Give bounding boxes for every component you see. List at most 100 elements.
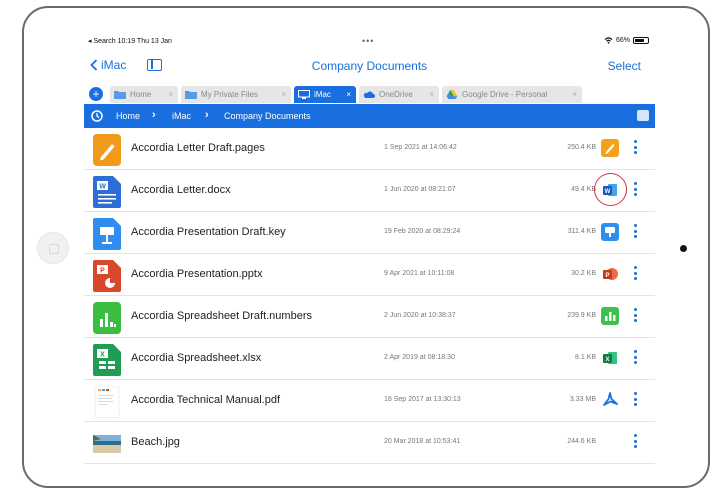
pdf-document-thumbnail <box>94 386 120 418</box>
tab-label: Google Drive - Personal <box>462 90 548 99</box>
navigation-bar: iMac Company Documents Select <box>84 50 655 80</box>
highlight-circle <box>594 173 627 206</box>
file-name: Accordia Letter Draft.pages <box>131 142 265 154</box>
file-size: 30.2 KB <box>571 270 596 277</box>
svg-text:W: W <box>99 184 106 191</box>
file-name: Accordia Letter.docx <box>131 184 231 196</box>
file-name: Accordia Presentation.pptx <box>131 268 263 280</box>
powerpoint-file-icon: P <box>93 260 121 292</box>
pdf-app-icon[interactable] <box>601 391 619 409</box>
file-date: 2 Jun 2020 at 10:38:37 <box>384 312 456 319</box>
keynote-app-icon[interactable] <box>601 223 619 241</box>
info-panel-icon[interactable] <box>637 110 649 121</box>
file-size: 8.1 KB <box>574 354 596 361</box>
tab-home[interactable]: Home × <box>110 86 178 103</box>
more-options-icon[interactable] <box>634 392 638 408</box>
select-button[interactable]: Select <box>608 59 641 73</box>
svg-text:P: P <box>100 268 105 275</box>
file-date: 20 Mar 2018 at 10:53:41 <box>384 438 461 445</box>
breadcrumb-item-home[interactable]: Home <box>116 111 140 121</box>
list-item[interactable]: Accordia Technical Manual.pdf 18 Sep 201… <box>84 380 655 422</box>
image-thumbnail <box>93 435 121 453</box>
tab-label: Home <box>130 90 152 99</box>
breadcrumb-item-company-documents: Company Documents <box>224 111 311 121</box>
excel-app-icon[interactable]: X <box>601 349 619 367</box>
chevron-right-icon: › <box>205 109 209 121</box>
status-right: 66% <box>604 37 649 44</box>
more-options-icon[interactable] <box>634 140 638 156</box>
list-item[interactable]: W Accordia Letter.docx 1 Jun 2020 at 08:… <box>84 170 655 212</box>
more-options-icon[interactable] <box>634 350 638 366</box>
tab-close-icon[interactable]: × <box>346 90 351 99</box>
cloud-icon <box>363 91 375 98</box>
list-item[interactable]: Beach.jpg 20 Mar 2018 at 10:53:41 244.6 … <box>84 422 655 464</box>
home-button-icon <box>49 244 59 254</box>
file-size: 311.4 KB <box>567 228 596 235</box>
numbers-file-icon <box>93 302 121 334</box>
tab-bar: + Home × My Private Files × iMac × OneDr… <box>84 84 655 104</box>
pages-file-icon <box>93 134 121 166</box>
file-date: 19 Feb 2020 at 08:29:24 <box>384 228 461 235</box>
file-date: 9 Apr 2021 at 10:11:08 <box>384 270 455 277</box>
file-date: 2 Apr 2019 at 08:18:30 <box>384 354 455 361</box>
list-item[interactable]: X Accordia Spreadsheet.xlsx 2 Apr 2019 a… <box>84 338 655 380</box>
more-options-icon[interactable] <box>634 266 638 282</box>
list-item[interactable]: Accordia Presentation Draft.key 19 Feb 2… <box>84 212 655 254</box>
more-options-icon[interactable] <box>634 434 638 450</box>
tab-label: iMac <box>314 90 331 99</box>
pages-app-icon[interactable] <box>601 139 619 157</box>
add-tab-button[interactable]: + <box>89 87 103 101</box>
file-name: Accordia Technical Manual.pdf <box>131 394 280 406</box>
history-icon[interactable] <box>90 109 104 123</box>
tab-close-icon[interactable]: × <box>281 90 286 99</box>
svg-text:X: X <box>605 357 609 363</box>
camera-dot <box>680 245 687 252</box>
word-file-icon: W <box>93 176 121 208</box>
file-size: 250.4 KB <box>567 144 596 151</box>
tab-imac[interactable]: iMac × <box>294 86 356 103</box>
chevron-right-icon: › <box>152 109 156 121</box>
powerpoint-app-icon[interactable]: P <box>601 265 619 283</box>
tab-close-icon[interactable]: × <box>572 90 577 99</box>
multitasking-dots[interactable]: ••• <box>362 36 374 46</box>
file-name: Accordia Spreadsheet Draft.numbers <box>131 310 312 322</box>
file-date: 1 Jun 2020 at 08:21:07 <box>384 186 456 193</box>
tab-close-icon[interactable]: × <box>429 90 434 99</box>
list-item[interactable]: Accordia Spreadsheet Draft.numbers 2 Jun… <box>84 296 655 338</box>
battery-percent: 66% <box>615 37 630 44</box>
file-size: 244.6 KB <box>567 438 596 445</box>
file-size: 239.9 KB <box>567 312 596 319</box>
file-date: 1 Sep 2021 at 14:06:42 <box>384 144 457 151</box>
status-bar: ◂ Search 10:19 Thu 13 Jan ••• 66% <box>84 34 655 48</box>
file-size: 3.33 MB <box>569 396 596 403</box>
numbers-app-icon[interactable] <box>601 307 619 325</box>
breadcrumb-item-imac[interactable]: iMac <box>172 111 191 121</box>
more-options-icon[interactable] <box>634 182 638 198</box>
battery-icon <box>633 37 649 44</box>
status-left-text: ◂ Search 10:19 Thu 13 Jan <box>88 38 172 45</box>
file-name: Accordia Presentation Draft.key <box>131 226 286 238</box>
keynote-file-icon <box>93 218 121 250</box>
list-item[interactable]: P Accordia Presentation.pptx 9 Apr 2021 … <box>84 254 655 296</box>
tab-label: My Private Files <box>201 90 258 99</box>
folder-icon <box>185 91 197 99</box>
more-options-icon[interactable] <box>634 308 638 324</box>
file-name: Beach.jpg <box>131 436 180 448</box>
file-name: Accordia Spreadsheet.xlsx <box>131 352 262 364</box>
wifi-icon <box>604 37 613 44</box>
tab-onedrive[interactable]: OneDrive × <box>359 86 439 103</box>
tab-my-private-files[interactable]: My Private Files × <box>181 86 291 103</box>
svg-text:X: X <box>100 352 105 359</box>
tab-google-drive-personal[interactable]: Google Drive - Personal × <box>442 86 582 103</box>
tab-close-icon[interactable]: × <box>168 90 173 99</box>
page-title: Company Documents <box>311 59 428 73</box>
more-options-icon[interactable] <box>634 224 638 240</box>
folder-icon <box>114 91 126 99</box>
breadcrumb: Home › iMac › Company Documents <box>84 104 655 128</box>
list-item[interactable]: Accordia Letter Draft.pages 1 Sep 2021 a… <box>84 128 655 170</box>
home-button[interactable] <box>37 232 69 264</box>
excel-file-icon: X <box>93 344 121 376</box>
svg-text:P: P <box>605 273 609 279</box>
tab-label: OneDrive <box>379 90 413 99</box>
monitor-icon <box>298 90 310 99</box>
